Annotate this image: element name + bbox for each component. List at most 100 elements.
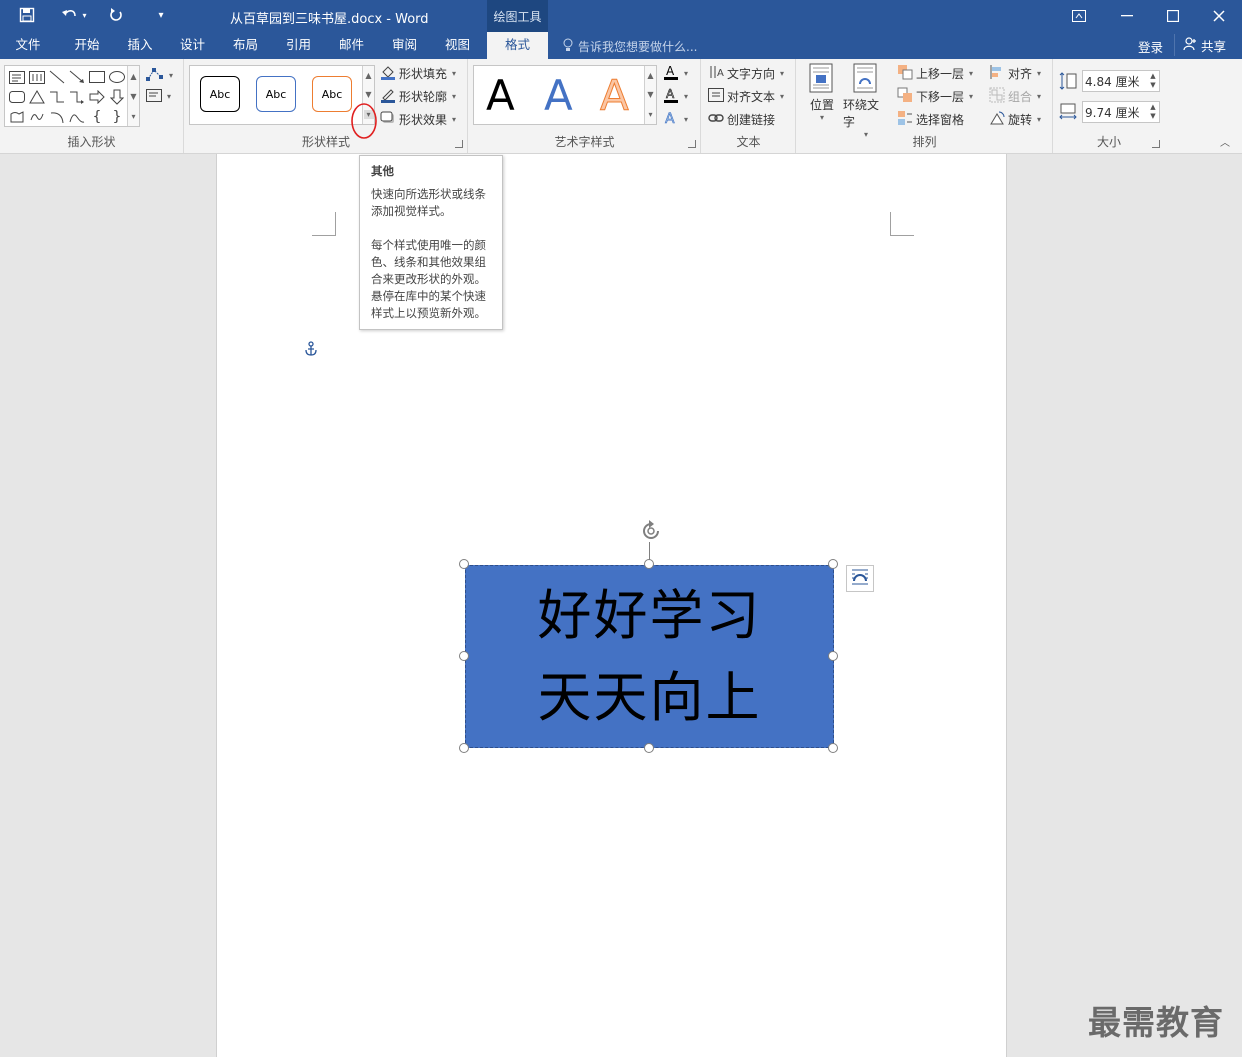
tab-references[interactable]: 引用 (272, 32, 325, 59)
shape-style-orange[interactable]: Abc (312, 76, 352, 112)
text-outline-button[interactable]: A ▾ (663, 86, 688, 107)
freeform-shape-icon[interactable] (7, 107, 27, 127)
ribbon-display-icon[interactable] (1056, 0, 1102, 32)
tab-review[interactable]: 审阅 (378, 32, 431, 59)
shapes-gallery[interactable]: { } ▲ ▼ ▾ (4, 65, 140, 127)
vertical-text-box-shape-icon[interactable] (27, 67, 47, 87)
shape-styles-launcher-icon[interactable] (455, 140, 463, 148)
rotate-button[interactable]: 旋转 ▾ (989, 109, 1041, 130)
text-fill-button[interactable]: A ▾ (663, 63, 688, 84)
text-box-shape-icon[interactable] (7, 67, 27, 87)
wordart-scroll[interactable]: ▲ ▼ ▾ (644, 66, 656, 124)
save-icon[interactable] (14, 4, 40, 26)
left-brace-shape-icon[interactable]: { (87, 107, 107, 127)
tab-layout[interactable]: 布局 (219, 32, 272, 59)
resize-handle-top-left[interactable] (459, 559, 469, 569)
wordart-style-orange[interactable]: A (600, 73, 630, 118)
size-launcher-icon[interactable] (1152, 140, 1160, 148)
login-link[interactable]: 登录 (1138, 37, 1163, 56)
tell-me-search[interactable]: 告诉我您想要做什么... (562, 36, 697, 56)
share-button[interactable]: 共享 (1174, 34, 1234, 56)
shape-height-input[interactable]: 4.84 厘米 ▲ ▼ (1082, 70, 1160, 92)
shape-style-blue[interactable]: Abc (256, 76, 296, 112)
undo-icon[interactable]: ▾ (56, 4, 92, 26)
shape-style-black[interactable]: Abc (200, 76, 240, 112)
selected-shape[interactable]: 好好学习 天天向上 (465, 565, 834, 748)
line-shape-icon[interactable] (47, 67, 67, 87)
resize-handle-bottom[interactable] (644, 743, 654, 753)
rounded-rectangle-shape-icon[interactable] (7, 87, 27, 107)
resize-handle-bottom-right[interactable] (828, 743, 838, 753)
selection-pane-button[interactable]: 选择窗格 (897, 109, 964, 130)
shape-outline-button[interactable]: 形状轮廓 ▾ (380, 86, 456, 107)
group-text: A 文字方向 ▾ 对齐文本 ▾ 创建链接 文本 (702, 59, 796, 153)
right-brace-shape-icon[interactable]: } (107, 107, 127, 127)
bring-forward-button[interactable]: 上移一层 ▾ (897, 63, 973, 84)
tab-design[interactable]: 设计 (166, 32, 219, 59)
scroll-down-icon[interactable]: ▼ (130, 92, 136, 101)
wordart-more-icon[interactable]: ▾ (648, 110, 652, 119)
scroll-up-icon[interactable]: ▲ (130, 72, 136, 81)
wordart-style-blue[interactable]: A (544, 74, 573, 118)
draw-text-box-button[interactable]: ▾ (146, 86, 171, 107)
arc-shape-icon[interactable] (47, 107, 67, 127)
wordart-gallery[interactable]: A A A ▲ ▼ ▾ (473, 65, 657, 125)
redo-icon[interactable] (103, 4, 129, 26)
group-objects-button[interactable]: 组合 ▾ (989, 86, 1041, 107)
minimize-icon[interactable] (1104, 0, 1150, 32)
arrow-line-shape-icon[interactable] (67, 67, 87, 87)
edit-shape-button[interactable]: ▾ (146, 65, 173, 86)
triangle-shape-icon[interactable] (27, 87, 47, 107)
scribble-shape-icon[interactable] (27, 107, 47, 127)
shape-width-input[interactable]: 9.74 厘米 ▲ ▼ (1082, 101, 1160, 123)
scroll-down-icon[interactable]: ▼ (647, 90, 653, 99)
scroll-up-icon[interactable]: ▲ (647, 71, 653, 80)
tab-mailings[interactable]: 邮件 (325, 32, 378, 59)
height-spinner[interactable]: ▲ ▼ (1147, 71, 1159, 91)
shape-fill-button[interactable]: 形状填充 ▾ (380, 63, 456, 84)
oval-shape-icon[interactable] (107, 67, 127, 87)
create-link-button[interactable]: 创建链接 (708, 109, 775, 130)
rectangle-shape-icon[interactable] (87, 67, 107, 87)
gallery-more-icon[interactable]: ▾ (131, 112, 135, 121)
curve-shape-icon[interactable] (67, 107, 87, 127)
shapes-gallery-scroll[interactable]: ▲ ▼ ▾ (127, 66, 139, 126)
text-direction-button[interactable]: A 文字方向 ▾ (708, 63, 784, 84)
wordart-launcher-icon[interactable] (688, 140, 696, 148)
collapse-ribbon-icon[interactable]: ︿ (1220, 134, 1230, 149)
resize-handle-left[interactable] (459, 651, 469, 661)
down-arrow-shape-icon[interactable] (107, 87, 127, 107)
shape-text-line-1[interactable]: 好好学习 (538, 575, 762, 657)
tab-view[interactable]: 视图 (431, 32, 484, 59)
tab-home[interactable]: 开始 (60, 32, 114, 59)
tab-insert[interactable]: 插入 (114, 32, 166, 59)
close-icon[interactable] (1196, 0, 1242, 32)
rotate-handle-icon[interactable] (639, 519, 663, 546)
resize-handle-top[interactable] (644, 559, 654, 569)
text-effects-button[interactable]: A ▾ (663, 109, 688, 130)
send-backward-button[interactable]: 下移一层 ▾ (897, 86, 973, 107)
align-button[interactable]: 对齐 ▾ (989, 63, 1041, 84)
resize-handle-bottom-left[interactable] (459, 743, 469, 753)
layout-options-button[interactable] (846, 565, 874, 592)
wordart-style-black[interactable]: A (486, 74, 515, 118)
tab-format[interactable]: 格式 (487, 32, 548, 59)
width-spinner[interactable]: ▲ ▼ (1147, 102, 1159, 122)
resize-handle-right[interactable] (828, 651, 838, 661)
scroll-down-icon[interactable]: ▼ (365, 90, 371, 99)
customize-icon[interactable]: ▾ (148, 4, 174, 26)
shape-effects-button[interactable]: 形状效果 ▾ (380, 109, 456, 130)
shape-text-line-2[interactable]: 天天向上 (538, 657, 762, 739)
shape-styles-gallery[interactable]: Abc Abc Abc ▲ ▼ ▾ (189, 65, 375, 125)
wrap-text-button[interactable]: 环绕文字 ▾ (843, 63, 889, 139)
align-text-button[interactable]: 对齐文本 ▾ (708, 86, 784, 107)
elbow-arrow-shape-icon[interactable] (67, 87, 87, 107)
elbow-connector-shape-icon[interactable] (47, 87, 67, 107)
resize-handle-top-right[interactable] (828, 559, 838, 569)
position-button[interactable]: 位置 ▾ (799, 63, 845, 122)
text-outline-icon: A (663, 87, 679, 106)
tab-file[interactable]: 文件 (0, 32, 56, 59)
maximize-icon[interactable] (1150, 0, 1196, 32)
right-arrow-shape-icon[interactable] (87, 87, 107, 107)
scroll-up-icon[interactable]: ▲ (365, 71, 371, 80)
